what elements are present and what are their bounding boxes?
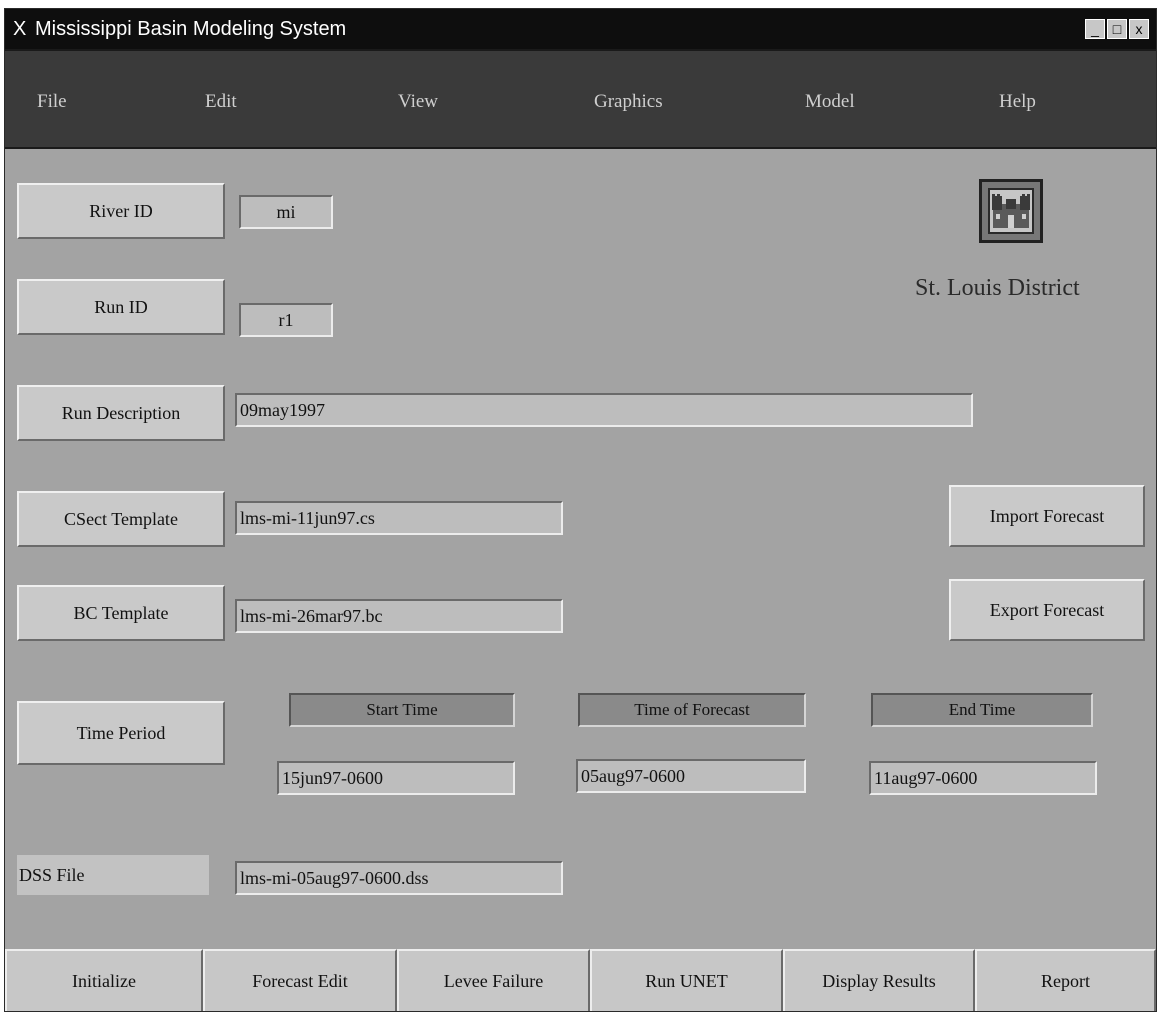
window-title: Mississippi Basin Modeling System: [35, 18, 347, 40]
display-results-button[interactable]: Display Results: [783, 949, 975, 1011]
menu-help[interactable]: Help: [999, 91, 1036, 113]
end-time-header: End Time: [871, 693, 1093, 727]
levee-failure-button[interactable]: Levee Failure: [397, 949, 590, 1011]
main-window: X Mississippi Basin Modeling System _ □ …: [4, 8, 1157, 1012]
river-id-field[interactable]: mi: [239, 195, 333, 229]
menu-model[interactable]: Model: [805, 91, 855, 113]
corps-castle-icon: [979, 179, 1043, 243]
end-time-field[interactable]: 11aug97-0600: [869, 761, 1097, 795]
run-description-button[interactable]: Run Description: [17, 385, 225, 441]
menu-graphics[interactable]: Graphics: [594, 91, 663, 113]
csect-template-field[interactable]: lms-mi-11jun97.cs: [235, 501, 563, 535]
bc-template-field[interactable]: lms-mi-26mar97.bc: [235, 599, 563, 633]
export-forecast-button[interactable]: Export Forecast: [949, 579, 1145, 641]
report-button[interactable]: Report: [975, 949, 1156, 1011]
import-forecast-button[interactable]: Import Forecast: [949, 485, 1145, 547]
start-time-field[interactable]: 15jun97-0600: [277, 761, 515, 795]
menu-view[interactable]: View: [398, 91, 438, 113]
forecast-edit-button[interactable]: Forecast Edit: [203, 949, 397, 1011]
title-bar: X Mississippi Basin Modeling System _ □ …: [5, 9, 1156, 49]
x-window-icon: X: [13, 18, 27, 40]
run-unet-button[interactable]: Run UNET: [590, 949, 783, 1011]
start-time-header: Start Time: [289, 693, 515, 727]
minimize-button[interactable]: _: [1085, 19, 1105, 39]
csect-template-button[interactable]: CSect Template: [17, 491, 225, 547]
dss-file-label: DSS File: [17, 855, 209, 895]
maximize-button[interactable]: □: [1107, 19, 1127, 39]
menu-edit[interactable]: Edit: [205, 91, 237, 113]
time-period-button[interactable]: Time Period: [17, 701, 225, 765]
run-id-field[interactable]: r1: [239, 303, 333, 337]
run-description-field[interactable]: 09may1997: [235, 393, 973, 427]
run-id-button[interactable]: Run ID: [17, 279, 225, 335]
bc-template-button[interactable]: BC Template: [17, 585, 225, 641]
dss-file-field[interactable]: lms-mi-05aug97-0600.dss: [235, 861, 563, 895]
menu-file[interactable]: File: [37, 91, 67, 113]
initialize-button[interactable]: Initialize: [5, 949, 203, 1011]
bottom-toolbar: Initialize Forecast Edit Levee Failure R…: [5, 949, 1156, 1011]
close-button[interactable]: x: [1129, 19, 1149, 39]
castle-icon: [988, 188, 1034, 234]
time-of-forecast-field[interactable]: 05aug97-0600: [576, 759, 806, 793]
river-id-button[interactable]: River ID: [17, 183, 225, 239]
menu-bar: File Edit View Graphics Model Help: [5, 49, 1156, 149]
castle-icon-graphic: [992, 194, 1030, 228]
district-name: St. Louis District: [915, 275, 1080, 301]
time-of-forecast-header: Time of Forecast: [578, 693, 806, 727]
